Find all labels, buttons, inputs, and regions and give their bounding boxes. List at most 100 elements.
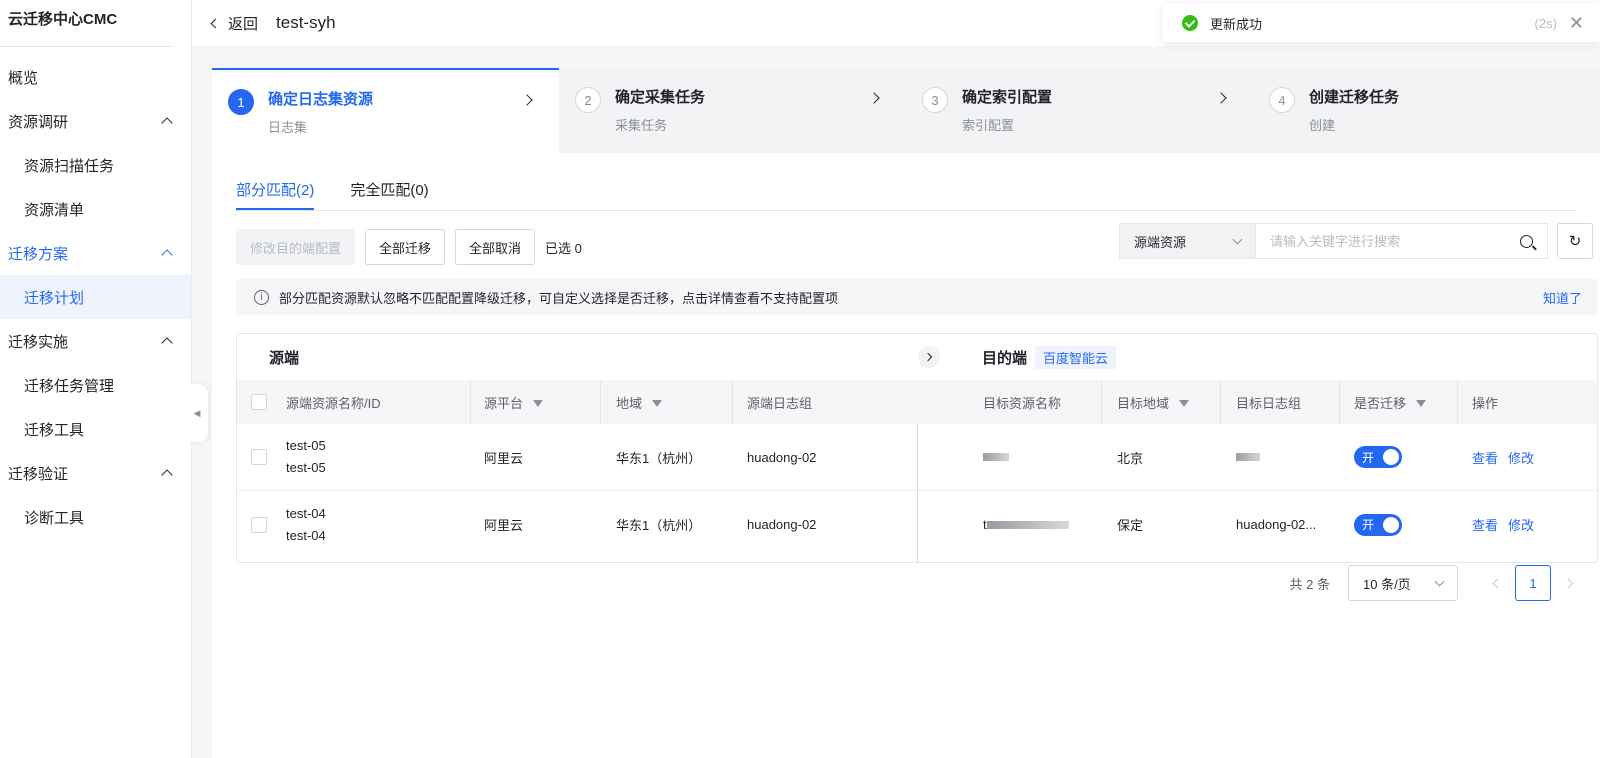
- migrate-toggle[interactable]: 开: [1354, 446, 1402, 468]
- sidebar-group-research[interactable]: 资源调研: [0, 99, 191, 143]
- platform-cell: 阿里云: [484, 450, 524, 466]
- step-3[interactable]: 3 确定索引配置 索引配置: [906, 68, 1253, 153]
- brand-title: 云迁移中心CMC: [0, 0, 173, 47]
- row-checkbox[interactable]: [251, 449, 267, 465]
- table-header: 源端资源名称/ID 源平台 地域 源端日志组 目标资源名称 目标地域 目标日志组…: [237, 380, 1597, 424]
- row-checkbox[interactable]: [251, 516, 267, 533]
- migrate-toggle[interactable]: 开: [1354, 513, 1402, 536]
- step-title: 确定索引配置: [962, 89, 1053, 106]
- view-link[interactable]: 查看: [1472, 448, 1498, 467]
- selected-count: 已选 0: [545, 240, 582, 256]
- sidebar-item-overview[interactable]: 概览: [0, 55, 191, 99]
- close-icon[interactable]: ✕: [1569, 13, 1584, 34]
- search-input[interactable]: [1270, 233, 1500, 249]
- step-4[interactable]: 4 创建迁移任务 创建: [1253, 68, 1600, 153]
- page-size-select[interactable]: 10 条/页: [1348, 565, 1458, 601]
- check-circle-icon: [1182, 15, 1198, 31]
- sidebar-item-task-management[interactable]: 迁移任务管理: [0, 363, 191, 407]
- column-divider: [1457, 380, 1458, 424]
- step-title: 创建迁移任务: [1309, 89, 1400, 106]
- sidebar-collapse-handle[interactable]: ◀: [186, 384, 208, 442]
- target-log-group-cell: huadong-02...: [1236, 517, 1317, 532]
- masked-value: [983, 453, 1009, 461]
- platform-cell: 阿里云: [484, 518, 524, 533]
- migrate-all-button[interactable]: 全部迁移: [365, 229, 446, 265]
- chevron-right-icon: [868, 92, 880, 104]
- page-number[interactable]: 1: [1515, 565, 1551, 601]
- refresh-button[interactable]: ↻: [1557, 223, 1593, 259]
- filter-icon[interactable]: [652, 399, 663, 407]
- resource-id: test-05: [286, 460, 326, 475]
- step-1[interactable]: 1 确定日志集资源 日志集: [212, 68, 559, 153]
- sidebar-group-verify[interactable]: 迁移验证: [0, 451, 191, 495]
- col-action: 操作: [1472, 395, 1499, 411]
- target-region-cell: 北京: [1117, 450, 1144, 466]
- target-name-cell: t: [983, 491, 1069, 558]
- col-region[interactable]: 地域: [616, 380, 663, 424]
- select-all-cell: [251, 380, 267, 424]
- resource-name-cell: test-04 test-04: [286, 491, 326, 558]
- sidebar-item-scan-tasks[interactable]: 资源扫描任务: [0, 143, 191, 187]
- chevron-up-icon: [161, 117, 173, 129]
- target-region-cell: 保定: [1117, 518, 1144, 533]
- chevron-down-icon: [1434, 576, 1445, 586]
- col-migrate[interactable]: 是否迁移: [1354, 380, 1427, 424]
- next-page-icon[interactable]: [1563, 578, 1574, 588]
- step-2[interactable]: 2 确定采集任务 采集任务: [559, 68, 906, 153]
- col-target-log-group: 目标日志组: [1236, 395, 1302, 411]
- refresh-icon: ↻: [1568, 233, 1582, 250]
- sidebar-group-implement[interactable]: 迁移实施: [0, 319, 191, 363]
- search-icon[interactable]: [1520, 234, 1533, 248]
- sidebar-item-migration-plan[interactable]: 迁移计划: [0, 275, 191, 319]
- column-divider: [1101, 380, 1102, 424]
- search-scope-select[interactable]: 源端资源: [1119, 223, 1255, 259]
- chevron-right-icon: [923, 352, 933, 362]
- view-link[interactable]: 查看: [1472, 515, 1498, 534]
- chevron-up-icon: [161, 337, 173, 349]
- dest-group: 目的端 百度智能云: [982, 345, 1117, 369]
- search-scope-value: 源端资源: [1134, 234, 1187, 250]
- tab-full-match[interactable]: 完全匹配(0): [350, 171, 428, 210]
- expand-button[interactable]: [918, 346, 940, 368]
- masked-value: [986, 520, 1069, 529]
- step-subtitle: 日志集: [268, 120, 308, 135]
- target-name-cell: [983, 424, 1009, 490]
- step-number: 1: [228, 89, 254, 115]
- dismiss-info-link[interactable]: 知道了: [1543, 288, 1582, 307]
- col-platform[interactable]: 源平台: [484, 380, 544, 424]
- filter-icon[interactable]: [1179, 399, 1190, 407]
- col-migrate-label: 是否迁移: [1354, 395, 1407, 411]
- cancel-all-button[interactable]: 全部取消: [455, 229, 536, 265]
- column-divider: [732, 380, 733, 424]
- sidebar-item-migration-tools[interactable]: 迁移工具: [0, 407, 191, 451]
- search-group: 源端资源: [1119, 223, 1548, 259]
- sidebar-group-label: 资源调研: [8, 113, 69, 131]
- prev-page-icon[interactable]: [1492, 578, 1503, 588]
- chevron-up-icon: [161, 469, 173, 481]
- edit-link[interactable]: 修改: [1508, 448, 1534, 467]
- caret-left-icon: ◀: [193, 407, 201, 418]
- filter-icon[interactable]: [533, 399, 544, 407]
- target-log-group-cell: [1236, 424, 1260, 490]
- col-target-region[interactable]: 目标地域: [1117, 380, 1190, 424]
- table-group-header: 源端 目的端 百度智能云: [237, 334, 1597, 380]
- resource-name: test-04: [286, 505, 326, 521]
- column-divider: [1339, 380, 1340, 424]
- sidebar-item-diagnostic-tools[interactable]: 诊断工具: [0, 495, 191, 539]
- chevron-right-icon: [521, 94, 533, 106]
- col-log-group: 源端日志组: [747, 395, 813, 411]
- back-button[interactable]: 返回: [210, 13, 258, 34]
- modify-dest-config-button[interactable]: 修改目的端配置: [236, 229, 356, 265]
- tab-partial-match[interactable]: 部分匹配(2): [236, 171, 315, 210]
- sidebar-item-resource-list[interactable]: 资源清单: [0, 187, 191, 231]
- sidebar-group-label: 迁移实施: [8, 333, 69, 351]
- success-toast: 更新成功 (2s) ✕: [1162, 4, 1600, 42]
- total-count: 共 2 条: [1289, 576, 1330, 592]
- select-all-checkbox[interactable]: [251, 394, 267, 410]
- column-divider: [1220, 380, 1221, 424]
- filter-icon[interactable]: [1416, 399, 1427, 407]
- info-text: 部分匹配资源默认忽略不匹配配置降级迁移，可自定义选择是否迁移，点击详情查看不支持…: [279, 290, 839, 306]
- edit-link[interactable]: 修改: [1508, 515, 1534, 534]
- sidebar-group-plan[interactable]: 迁移方案: [0, 231, 191, 275]
- stepper: 1 确定日志集资源 日志集 2 确定采集任务 采集任务 3 确定索引配置 索引配…: [212, 68, 1600, 153]
